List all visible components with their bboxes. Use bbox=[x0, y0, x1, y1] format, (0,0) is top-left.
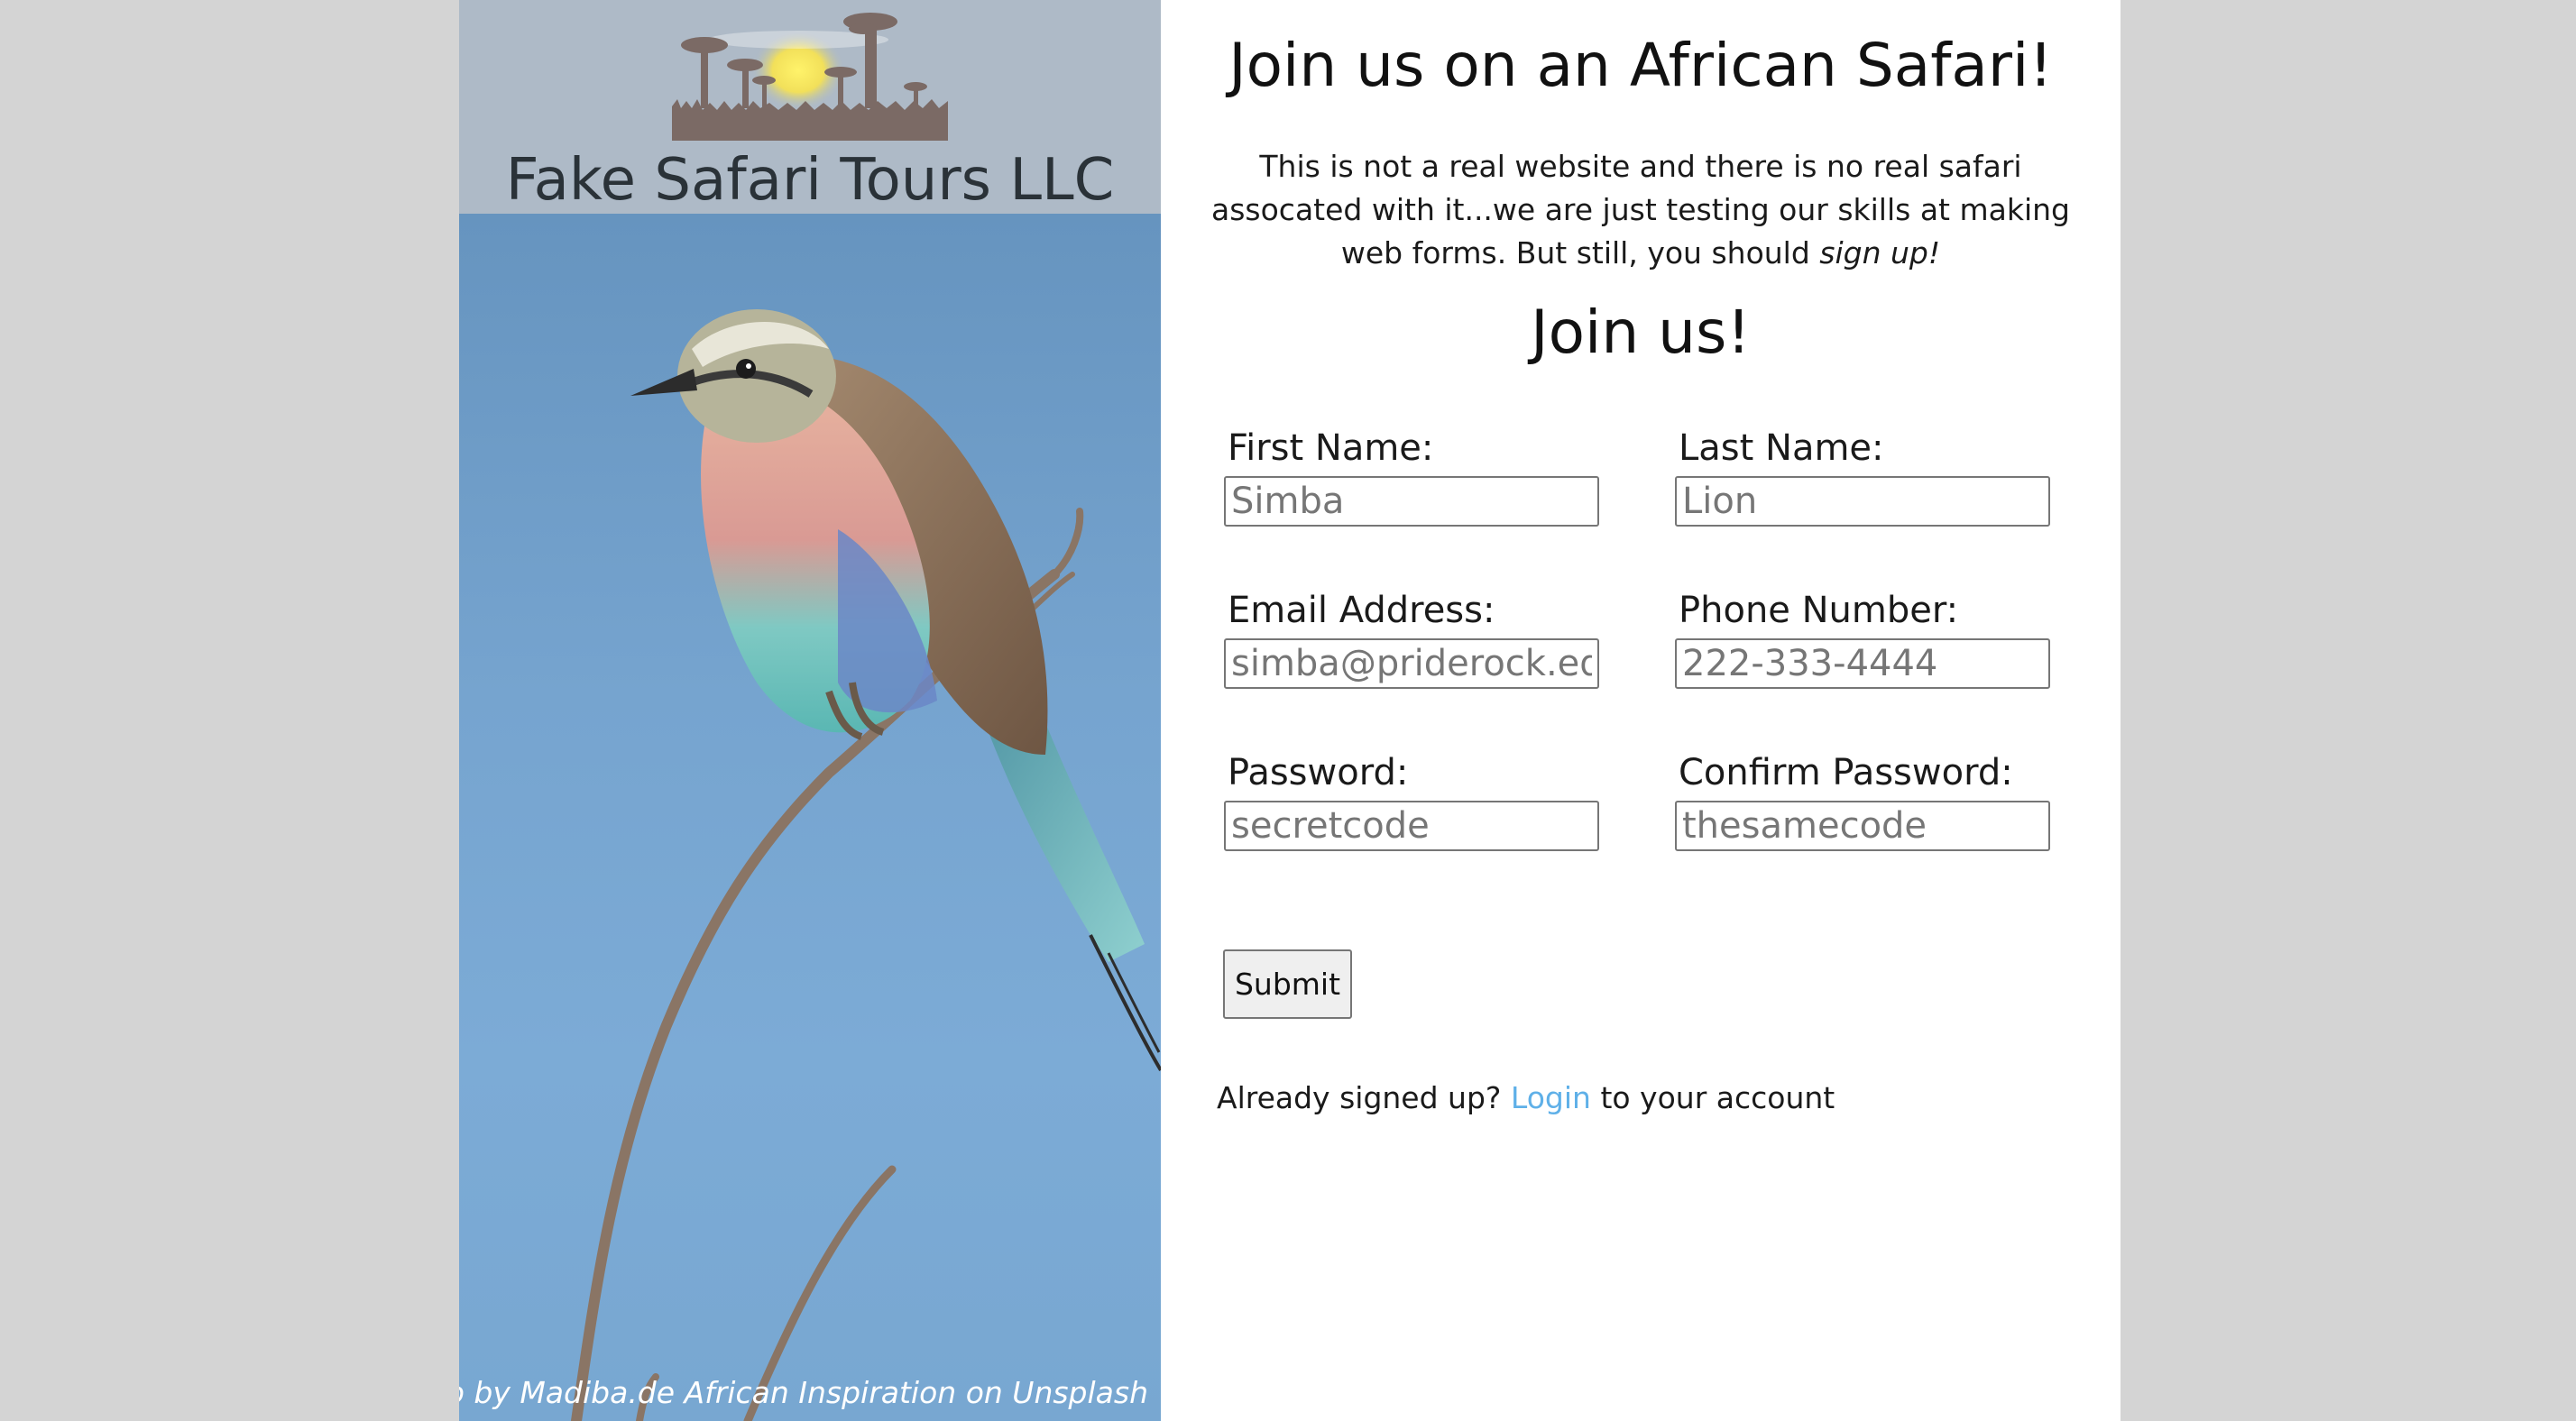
password-input[interactable] bbox=[1224, 801, 1599, 851]
login-prompt: Already signed up? Login to your account bbox=[1217, 1080, 1835, 1115]
email-field: Email Address: bbox=[1224, 588, 1603, 689]
baobab-sunset-logo bbox=[672, 13, 948, 141]
signup-panel: Join us on an African Safari! This is no… bbox=[1161, 0, 2121, 1421]
login-link[interactable]: Login bbox=[1511, 1080, 1591, 1115]
page-container: Fake Safari Tours LLC by Madiba.de Afric… bbox=[459, 0, 2121, 1421]
lilac-breasted-roller-photo: Photo by Madiba.de African Inspiration o… bbox=[459, 214, 1161, 1421]
confirm-password-label: Confirm Password: bbox=[1679, 752, 2013, 793]
password-field: Password: bbox=[1224, 750, 1603, 851]
page-headline: Join us on an African Safari! bbox=[1228, 31, 2053, 100]
bird-illustration bbox=[571, 309, 1161, 1421]
left-column: Fake Safari Tours LLC by Madiba.de Afric… bbox=[459, 0, 1161, 1421]
intro-emphasis: sign up! bbox=[1819, 235, 1941, 270]
phone-label: Phone Number: bbox=[1679, 590, 1959, 631]
intro-paragraph: This is not a real website and there is … bbox=[1206, 145, 2075, 275]
email-input[interactable] bbox=[1224, 638, 1599, 689]
confirm-password-field: Confirm Password: bbox=[1675, 750, 2054, 851]
first-name-field: First Name: bbox=[1224, 426, 1603, 527]
last-name-field: Last Name: bbox=[1675, 426, 2054, 527]
last-name-label: Last Name: bbox=[1679, 427, 1884, 469]
login-prompt-after: to your account bbox=[1590, 1080, 1835, 1115]
brand-header: Fake Safari Tours LLC bbox=[459, 0, 1161, 214]
login-prompt-before: Already signed up? bbox=[1217, 1080, 1511, 1115]
email-label: Email Address: bbox=[1228, 590, 1495, 631]
submit-button[interactable]: Submit bbox=[1223, 949, 1352, 1019]
brand-name: Fake Safari Tours LLC bbox=[505, 147, 1115, 214]
photo-credit: Photo by Madiba.de African Inspiration o… bbox=[459, 1375, 1148, 1410]
form-title: Join us! bbox=[1531, 298, 1751, 367]
intro-text: This is not a real website and there is … bbox=[1211, 149, 2070, 270]
first-name-input[interactable] bbox=[1224, 476, 1599, 527]
confirm-password-input[interactable] bbox=[1675, 801, 2050, 851]
first-name-label: First Name: bbox=[1228, 427, 1434, 469]
last-name-input[interactable] bbox=[1675, 476, 2050, 527]
phone-field: Phone Number: bbox=[1675, 588, 2054, 689]
phone-input[interactable] bbox=[1675, 638, 2050, 689]
password-label: Password: bbox=[1228, 752, 1409, 793]
